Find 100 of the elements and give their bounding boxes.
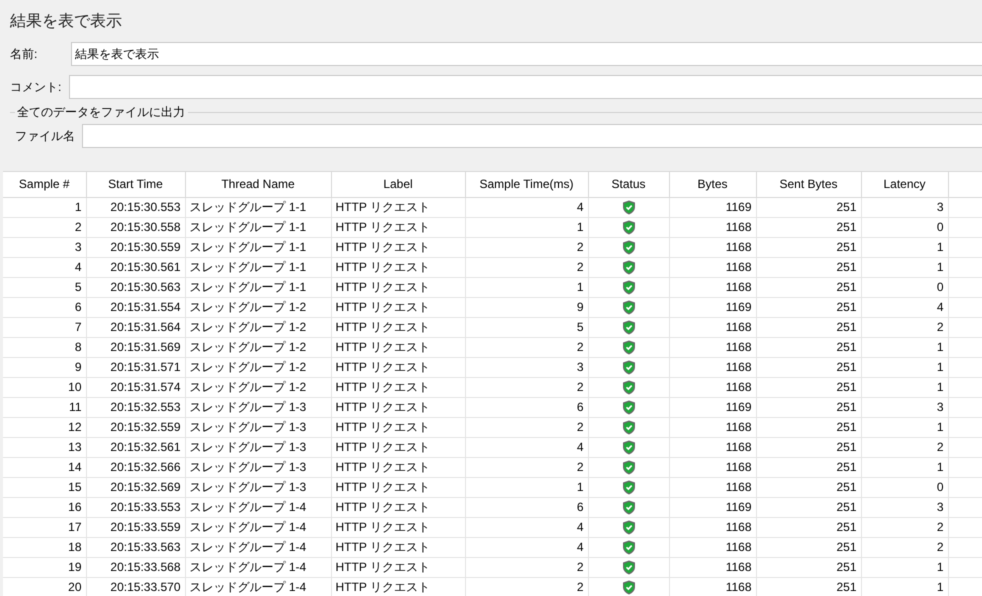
column-header[interactable]: Sample # bbox=[3, 172, 86, 197]
column-header[interactable]: Sample Time(ms) bbox=[465, 172, 588, 197]
sent-bytes-cell: 251 bbox=[756, 397, 861, 417]
sent-bytes-cell: 251 bbox=[756, 417, 861, 437]
thread-name-cell: スレッドグループ 1-1 bbox=[185, 237, 331, 257]
sample-number-cell: 17 bbox=[3, 517, 86, 537]
bytes-cell: 1168 bbox=[669, 417, 756, 437]
column-header[interactable]: Latency bbox=[861, 172, 948, 197]
bytes-cell: 1168 bbox=[669, 277, 756, 297]
sent-bytes-cell: 251 bbox=[756, 557, 861, 577]
sample-time-cell: 5 bbox=[465, 317, 588, 337]
file-name-field[interactable] bbox=[82, 124, 982, 148]
latency-cell: 3 bbox=[861, 497, 948, 517]
label-cell: HTTP リクエスト bbox=[331, 337, 465, 357]
start-time-cell: 20:15:30.561 bbox=[86, 257, 185, 277]
sent-bytes-cell: 251 bbox=[756, 517, 861, 537]
sample-number-cell: 13 bbox=[3, 437, 86, 457]
start-time-cell: 20:15:31.571 bbox=[86, 357, 185, 377]
sample-number-cell: 20 bbox=[3, 577, 86, 596]
name-label: 名前: bbox=[10, 46, 38, 62]
sent-bytes-cell: 251 bbox=[756, 457, 861, 477]
sample-time-cell: 4 bbox=[465, 537, 588, 557]
sample-number-cell: 4 bbox=[3, 257, 86, 277]
bytes-cell: 1168 bbox=[669, 457, 756, 477]
name-field[interactable]: 結果を表で表示 bbox=[71, 42, 982, 66]
latency-cell: 1 bbox=[861, 357, 948, 377]
latency-cell: 2 bbox=[861, 517, 948, 537]
sample-time-cell: 1 bbox=[465, 477, 588, 497]
column-header[interactable]: Label bbox=[331, 172, 465, 197]
sent-bytes-cell: 251 bbox=[756, 357, 861, 377]
sample-number-cell: 19 bbox=[3, 557, 86, 577]
bytes-cell: 1168 bbox=[669, 257, 756, 277]
column-header[interactable]: Start Time bbox=[86, 172, 185, 197]
label-cell: HTTP リクエスト bbox=[331, 297, 465, 317]
thread-name-cell: スレッドグループ 1-2 bbox=[185, 357, 331, 377]
start-time-cell: 20:15:30.563 bbox=[86, 277, 185, 297]
start-time-cell: 20:15:31.564 bbox=[86, 317, 185, 337]
thread-name-cell: スレッドグループ 1-1 bbox=[185, 277, 331, 297]
latency-cell: 1 bbox=[861, 457, 948, 477]
start-time-cell: 20:15:33.553 bbox=[86, 497, 185, 517]
label-cell: HTTP リクエスト bbox=[331, 417, 465, 437]
thread-name-cell: スレッドグループ 1-4 bbox=[185, 577, 331, 596]
label-cell: HTTP リクエスト bbox=[331, 557, 465, 577]
label-cell: HTTP リクエスト bbox=[331, 277, 465, 297]
thread-name-cell: スレッドグループ 1-2 bbox=[185, 337, 331, 357]
bytes-cell: 1168 bbox=[669, 557, 756, 577]
latency-cell: 0 bbox=[861, 217, 948, 237]
start-time-cell: 20:15:33.568 bbox=[86, 557, 185, 577]
thread-name-cell: スレッドグループ 1-1 bbox=[185, 197, 331, 217]
start-time-cell: 20:15:32.559 bbox=[86, 417, 185, 437]
sample-time-cell: 2 bbox=[465, 417, 588, 437]
sample-time-cell: 3 bbox=[465, 357, 588, 377]
column-header[interactable]: Sent Bytes bbox=[756, 172, 861, 197]
thread-name-cell: スレッドグループ 1-4 bbox=[185, 517, 331, 537]
latency-cell: 1 bbox=[861, 257, 948, 277]
sample-time-cell: 2 bbox=[465, 577, 588, 596]
label-cell: HTTP リクエスト bbox=[331, 577, 465, 596]
column-header[interactable]: Status bbox=[588, 172, 669, 197]
sent-bytes-cell: 251 bbox=[756, 277, 861, 297]
label-cell: HTTP リクエスト bbox=[331, 237, 465, 257]
bytes-cell: 1169 bbox=[669, 397, 756, 417]
bytes-cell: 1168 bbox=[669, 317, 756, 337]
comment-label: コメント: bbox=[10, 78, 62, 96]
thread-name-cell: スレッドグループ 1-3 bbox=[185, 417, 331, 437]
sample-time-cell: 2 bbox=[465, 237, 588, 257]
sample-time-cell: 6 bbox=[465, 497, 588, 517]
thread-name-cell: スレッドグループ 1-4 bbox=[185, 557, 331, 577]
start-time-cell: 20:15:32.566 bbox=[86, 457, 185, 477]
start-time-cell: 20:15:33.570 bbox=[86, 577, 185, 596]
column-header[interactable]: Thread Name bbox=[185, 172, 331, 197]
group-title: 全てのデータをファイルに出力 bbox=[17, 104, 185, 120]
bytes-cell: 1168 bbox=[669, 217, 756, 237]
label-cell: HTTP リクエスト bbox=[331, 477, 465, 497]
sent-bytes-cell: 251 bbox=[756, 237, 861, 257]
latency-cell: 1 bbox=[861, 237, 948, 257]
bytes-cell: 1168 bbox=[669, 577, 756, 596]
bytes-cell: 1168 bbox=[669, 357, 756, 377]
bytes-cell: 1169 bbox=[669, 297, 756, 317]
label-cell: HTTP リクエスト bbox=[331, 397, 465, 417]
sample-number-cell: 3 bbox=[3, 237, 86, 257]
label-cell: HTTP リクエスト bbox=[331, 517, 465, 537]
sample-time-cell: 2 bbox=[465, 457, 588, 477]
sample-time-cell: 4 bbox=[465, 437, 588, 457]
comment-field[interactable] bbox=[69, 75, 982, 99]
thread-name-cell: スレッドグループ 1-2 bbox=[185, 297, 331, 317]
start-time-cell: 20:15:31.569 bbox=[86, 337, 185, 357]
thread-name-cell: スレッドグループ 1-3 bbox=[185, 457, 331, 477]
label-cell: HTTP リクエスト bbox=[331, 317, 465, 337]
sample-time-cell: 2 bbox=[465, 377, 588, 397]
thread-name-cell: スレッドグループ 1-1 bbox=[185, 257, 331, 277]
bytes-cell: 1168 bbox=[669, 337, 756, 357]
sent-bytes-cell: 251 bbox=[756, 577, 861, 596]
sample-number-cell: 12 bbox=[3, 417, 86, 437]
start-time-cell: 20:15:30.553 bbox=[86, 197, 185, 217]
sent-bytes-cell: 251 bbox=[756, 257, 861, 277]
sent-bytes-cell: 251 bbox=[756, 537, 861, 557]
bytes-cell: 1168 bbox=[669, 477, 756, 497]
column-header[interactable]: Bytes bbox=[669, 172, 756, 197]
sample-number-cell: 1 bbox=[3, 197, 86, 217]
latency-cell: 1 bbox=[861, 577, 948, 596]
